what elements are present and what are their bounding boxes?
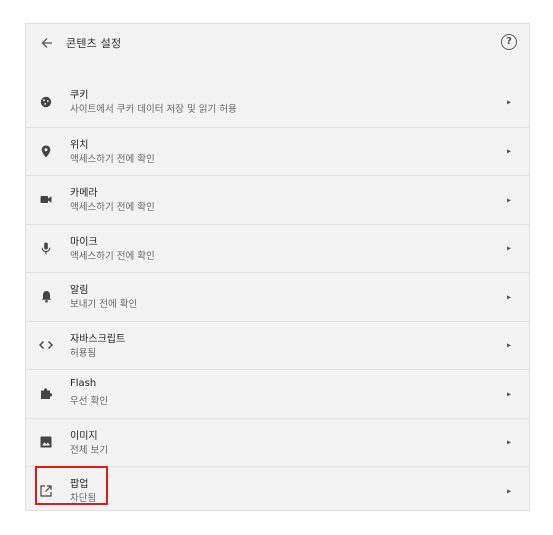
setting-row-notifications[interactable]: 알림 보내기 전에 확인 ▸	[26, 272, 529, 321]
arrow-left-icon	[41, 38, 52, 48]
setting-row-images[interactable]: 이미지 전체 보기 ▸	[26, 417, 529, 467]
setting-row-camera[interactable]: 카메라 액세스하기 전에 확인 ▸	[26, 175, 529, 224]
setting-status: 전체 보기	[70, 444, 108, 456]
setting-label: 카메라	[70, 188, 98, 199]
image-icon	[38, 434, 54, 450]
help-button[interactable]: ?	[501, 34, 517, 50]
location-pin-icon	[38, 143, 54, 159]
puzzle-icon	[38, 386, 54, 402]
setting-row-javascript[interactable]: 자바스크립트 허용됨 ▸	[26, 320, 529, 370]
setting-row-location[interactable]: 위치 액세스하기 전에 확인 ▸	[26, 126, 529, 176]
chevron-right-icon: ▸	[506, 486, 511, 496]
settings-list: 쿠키 사이트에서 쿠키 데이터 저장 및 읽기 허용 ▸ 위치 액세스하기 전에…	[26, 78, 529, 515]
content-settings-panel: 콘텐츠 설정 ? 쿠키 사이트에서 쿠키 데이터 저장 및 읽기 허용 ▸ 위치…	[25, 23, 530, 511]
setting-status: 액세스하기 전에 확인	[70, 250, 155, 262]
setting-label: 자바스크립트	[70, 333, 126, 345]
chevron-right-icon: ▸	[506, 195, 511, 205]
setting-label: 마이크	[70, 236, 98, 248]
setting-row-cookies[interactable]: 쿠키 사이트에서 쿠키 데이터 저장 및 읽기 허용 ▸	[26, 78, 529, 127]
setting-label: Flash	[70, 378, 97, 389]
setting-status: 사이트에서 쿠키 데이터 저장 및 읽기 허용	[70, 104, 237, 115]
setting-row-microphone[interactable]: 마이크 액세스하기 전에 확인 ▸	[26, 223, 529, 273]
setting-label: 알림	[70, 285, 89, 296]
chevron-right-icon: ▸	[506, 146, 511, 156]
back-button[interactable]	[38, 34, 56, 52]
chevron-right-icon: ▸	[506, 437, 511, 447]
chevron-right-icon: ▸	[506, 97, 511, 107]
chevron-right-icon: ▸	[506, 389, 511, 399]
setting-status: 액세스하기 전에 확인	[70, 202, 155, 213]
bell-icon	[38, 289, 54, 305]
page-title: 콘텐츠 설정	[66, 37, 122, 50]
code-icon	[38, 337, 54, 353]
chevron-right-icon: ▸	[506, 243, 511, 253]
camera-icon	[38, 192, 54, 208]
setting-label: 위치	[70, 139, 89, 151]
setting-label: 쿠키	[70, 90, 89, 101]
setting-status: 보내기 전에 확인	[70, 299, 138, 310]
cookie-icon	[38, 94, 54, 110]
setting-row-flash[interactable]: Flash 우선 확인 ▸	[26, 369, 529, 418]
setting-status: 허용됨	[70, 347, 97, 359]
setting-status: 우선 확인	[70, 396, 108, 407]
popup-highlight-box	[35, 466, 108, 505]
chevron-right-icon: ▸	[506, 292, 511, 302]
chevron-right-icon: ▸	[506, 340, 511, 350]
help-circle-icon: ?	[506, 36, 512, 47]
setting-status: 액세스하기 전에 확인	[70, 153, 155, 165]
header: 콘텐츠 설정 ?	[26, 24, 529, 64]
setting-label: 이미지	[70, 430, 98, 442]
microphone-icon	[38, 240, 54, 256]
